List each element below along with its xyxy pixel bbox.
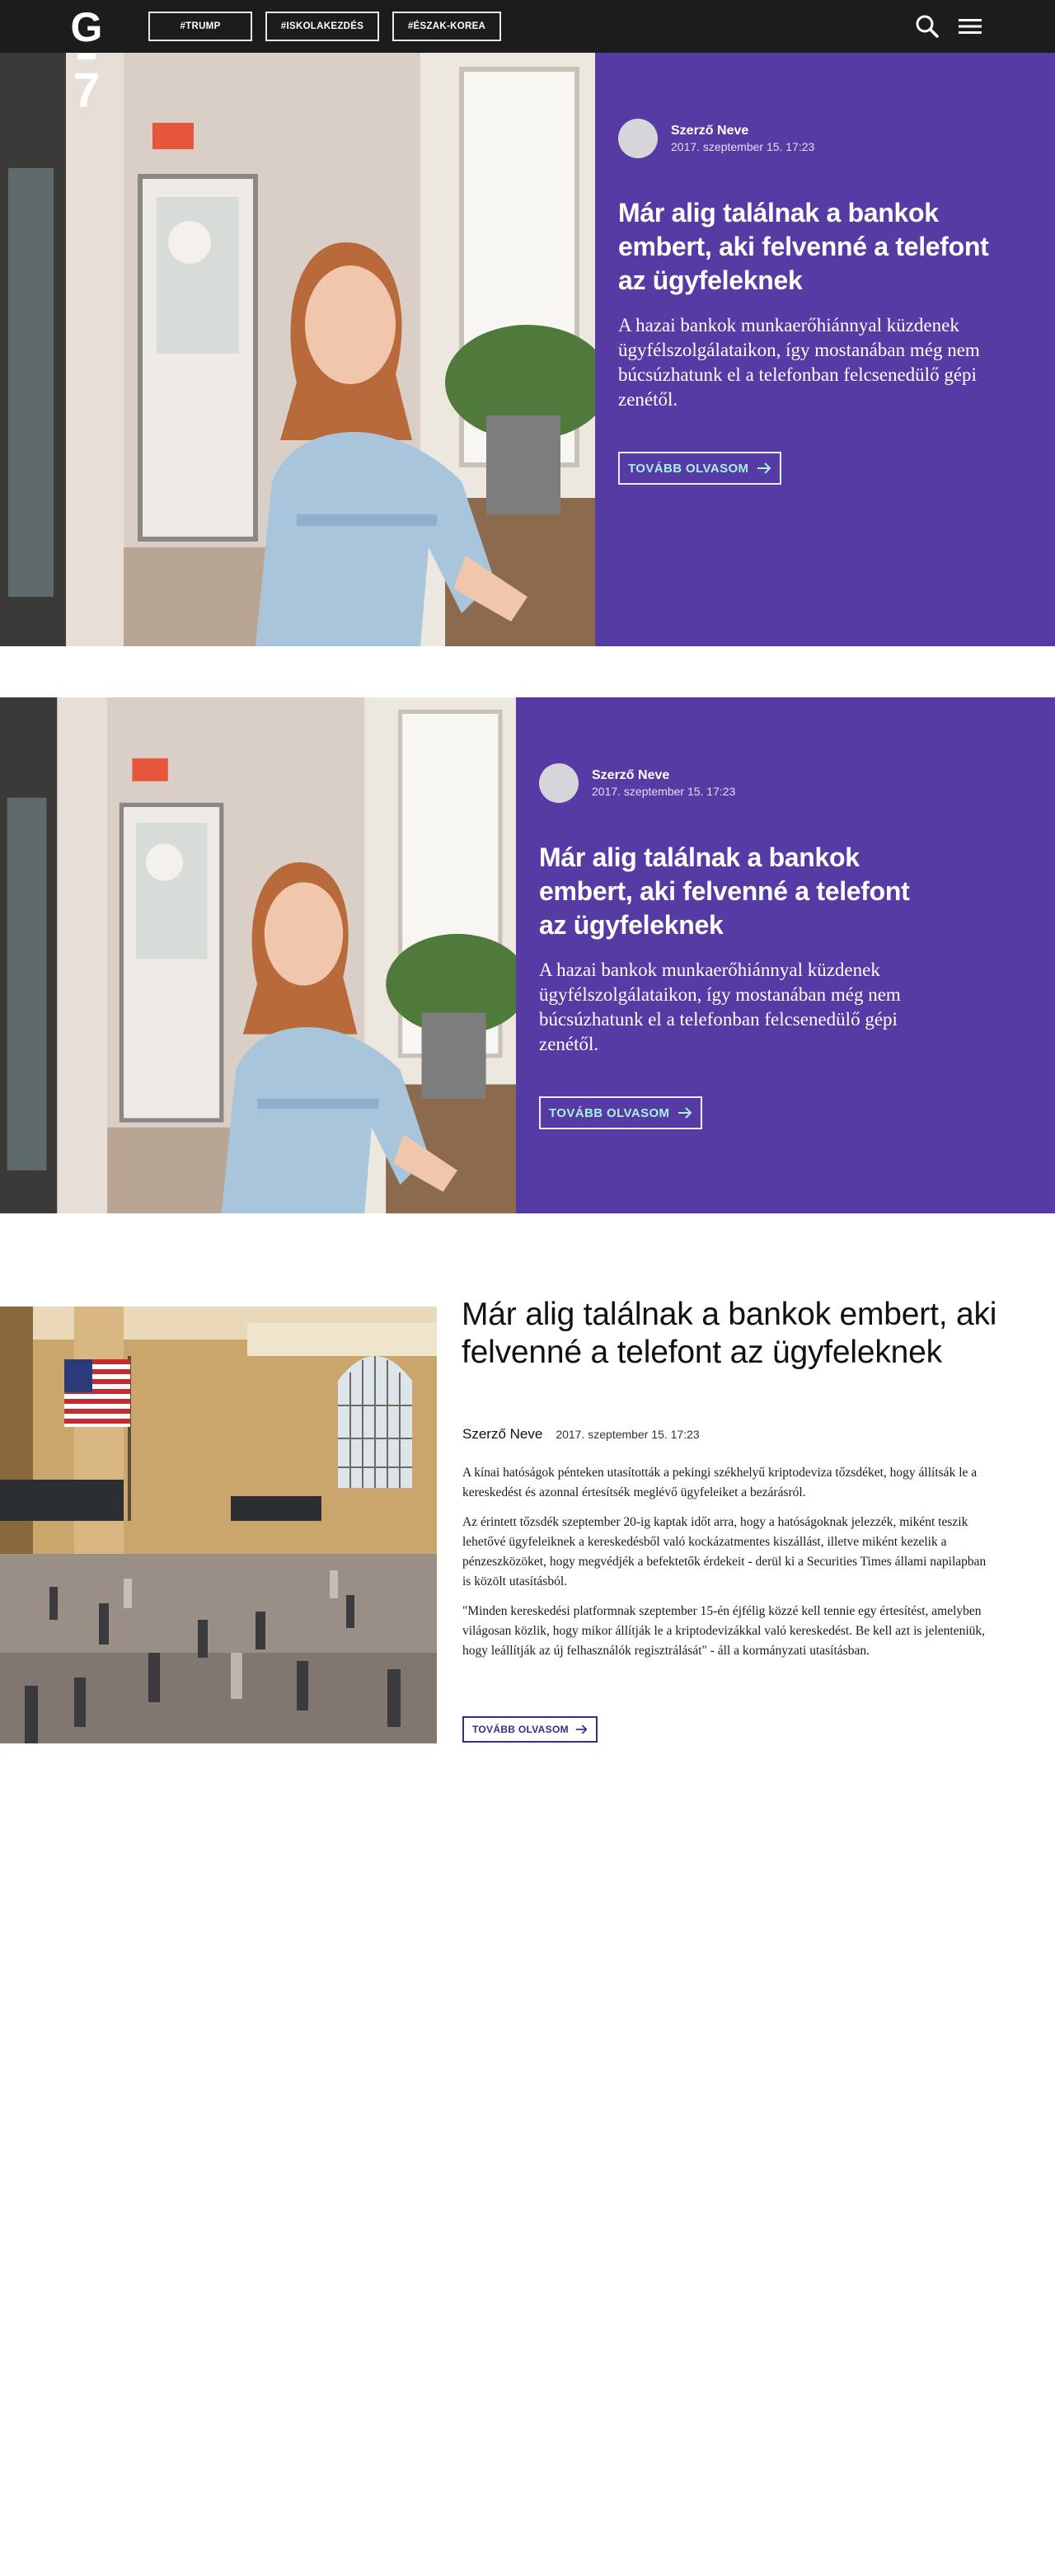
article-body: A kínai hatóságok pénteken utasították a… [462,1463,987,1671]
article-read-more-label: TOVÁBB OLVASOM [472,1724,569,1735]
hero1-title[interactable]: Már alig találnak a bankok embert, aki f… [618,196,997,298]
article-photo[interactable] [0,1307,437,1743]
article-date: 2017. szeptember 15. 17:23 [556,1428,700,1441]
hero1-date: 2017. szeptember 15. 17:23 [671,140,815,153]
avatar[interactable] [539,763,579,803]
avatar[interactable] [618,119,658,158]
tag-iskolakezdes[interactable]: #ISKOLAKEZDÉS [265,12,379,41]
hero1-author-row: Szerző Neve 2017. szeptember 15. 17:23 [618,119,814,158]
hero1-read-more-label: TOVÁBB OLVASOM [628,461,749,476]
hero2-title[interactable]: Már alig találnak a bankok embert, aki f… [539,841,918,942]
article-paragraph: Az érintett tőzsdék szeptember 20-ig kap… [462,1515,987,1588]
hero1-lead: A hazai bankok munkaerőhiánnyal küzdenek… [618,315,980,410]
hero2-author-name[interactable]: Szerző Neve [592,767,735,784]
hero2-lead: A hazai bankok munkaerőhiánnyal küzdenek… [539,960,901,1054]
site-logo[interactable]: G 7 [66,4,107,117]
article-paragraph: A kínai hatóságok pénteken utasították a… [462,1466,978,1499]
article-author[interactable]: Szerző Neve [462,1426,542,1443]
hero2-date: 2017. szeptember 15. 17:23 [592,785,736,798]
hero2-read-more-button[interactable]: TOVÁBB OLVASOM [539,1096,703,1129]
top-navigation-bar: #TRUMP #ISKOLAKEZDÉS #ÉSZAK-KOREA [0,0,1055,53]
tag-trump[interactable]: #TRUMP [148,12,252,41]
arrow-right-icon [757,462,771,474]
arrow-right-icon [575,1724,588,1734]
logo-number: 7 [73,63,100,109]
menu-icon[interactable] [956,12,984,40]
article-title[interactable]: Már alig találnak a bankok embert, aki f… [462,1296,1006,1372]
hero2-author-row: Szerző Neve 2017. szeptember 15. 17:23 [539,763,735,803]
search-icon[interactable] [913,12,941,40]
hero1-panel: Szerző Neve 2017. szeptember 15. 17:23 M… [595,53,1055,646]
article-paragraph: "Minden kereskedési platformnak szeptemb… [462,1604,986,1658]
hero1-read-more-button[interactable]: TOVÁBB OLVASOM [618,452,782,485]
hero2-read-more-label: TOVÁBB OLVASOM [549,1105,670,1120]
tag-eszak-korea[interactable]: #ÉSZAK-KOREA [392,12,501,41]
hero2-photo[interactable] [0,697,516,1213]
arrow-right-icon [678,1107,692,1119]
article-meta: Szerző Neve 2017. szeptember 15. 17:23 [462,1426,700,1443]
article-read-more-button[interactable]: TOVÁBB OLVASOM [462,1716,598,1743]
hero2-panel: Szerző Neve 2017. szeptember 15. 17:23 M… [516,697,1055,1213]
hero1-author-name[interactable]: Szerző Neve [671,123,814,139]
logo-letter: G [71,7,103,50]
hero1-photo[interactable] [0,53,595,646]
